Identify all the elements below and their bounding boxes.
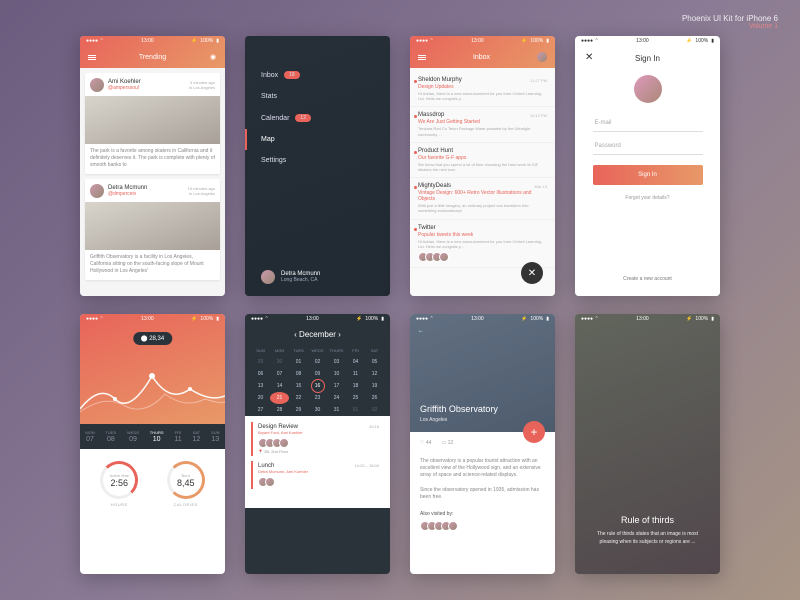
post-card[interactable]: Detra Mcmunn@dmperceiv 15 minutes agoin … xyxy=(85,179,220,280)
user-footer[interactable]: Detra McmunnLong Beach, CA xyxy=(261,270,320,284)
avatar[interactable] xyxy=(537,52,547,62)
month-title: ‹ December › xyxy=(245,324,390,345)
badge: 18 xyxy=(284,71,300,79)
menu-icon[interactable] xyxy=(418,53,426,61)
chart-value-badge: ⬤ 28,34 xyxy=(133,332,172,345)
screen-menu: Inbox18 Stats Calendar12 Map Settings De… xyxy=(245,36,390,296)
place-title: Griffith Observatory xyxy=(420,404,498,414)
day-selector[interactable]: MON07 TUES08 WEDS09 THURS10 FRI11 SAT12 … xyxy=(80,424,225,449)
avatar xyxy=(634,75,662,103)
post-text: The park is a favorite among skaters in … xyxy=(90,148,215,169)
page-title: Inbox xyxy=(473,54,490,61)
status-bar: ●●●● ⌃13:00⚡ 100% ▮ xyxy=(80,36,225,46)
activity-chart xyxy=(80,364,225,424)
message-row[interactable]: TwitterPopular tweets this weekHi Adrian… xyxy=(410,220,555,268)
message-row[interactable]: Product HuntOur favorite G-F appsWe know… xyxy=(410,143,555,178)
menu-icon[interactable] xyxy=(88,53,96,61)
place-description: The observatory is a popular tourist att… xyxy=(410,454,555,483)
page-title: Trending xyxy=(139,54,166,61)
message-row[interactable]: MightyDealsVintage Design: 600+ Retro Ve… xyxy=(410,178,555,219)
post-image xyxy=(85,202,220,250)
password-field[interactable]: Password xyxy=(593,138,703,155)
menu-item-settings[interactable]: Settings xyxy=(261,150,374,171)
message-row[interactable]: Sheldon MurphyDesign UpdatesHi Adrian, t… xyxy=(410,72,555,107)
screen-calendar: ●●●● ⌃13:00⚡ 100% ▮ ‹ December › SUNMONT… xyxy=(245,314,390,574)
signin-button[interactable]: Sign In xyxy=(593,165,703,185)
event-row[interactable]: 14:20 – 15:00 Lunch Detra Mcmunn, Ami Ko… xyxy=(251,461,384,489)
add-fab[interactable]: + xyxy=(523,421,545,443)
event-row[interactable]: 10:15 Design Review Bryant Ford, Ami Koe… xyxy=(251,422,384,456)
onboarding-desc: The rule of thirds states that an image … xyxy=(575,531,720,546)
screen-place: ●●●● ⌃13:00⚡ 100% ▮ ← Griffith Observato… xyxy=(410,314,555,574)
author-handle: @amperssoul xyxy=(108,85,141,91)
message-row[interactable]: MassdropWe Are Just Getting StartedTenka… xyxy=(410,107,555,142)
place-location: Los Angeles xyxy=(420,417,447,423)
post-card[interactable]: Ami Koehler@amperssoul 3 minutes agoin L… xyxy=(85,73,220,174)
menu-item-map[interactable]: Map xyxy=(245,129,374,150)
menu-item-stats[interactable]: Stats xyxy=(261,86,374,107)
avatar[interactable] xyxy=(90,78,104,92)
post-image xyxy=(85,96,220,144)
screen-trending: ●●●● ⌃13:00⚡ 100% ▮ Trending ◉ Ami Koehl… xyxy=(80,36,225,296)
kit-title: Phoenix UI Kit for iPhone 6 Volume 1 xyxy=(682,14,778,30)
email-field[interactable]: E-mail xyxy=(593,115,703,132)
badge: 12 xyxy=(295,114,311,122)
menu-item-calendar[interactable]: Calendar12 xyxy=(261,107,374,129)
screen-signin: ●●●● ⌃13:00⚡ 100% ▮ ✕ Sign In E-mail Pas… xyxy=(575,36,720,296)
screen-inbox: ●●●● ⌃13:00⚡ 100% ▮ Inbox Sheldon Murphy… xyxy=(410,36,555,296)
menu-item-inbox[interactable]: Inbox18 xyxy=(261,64,374,86)
forgot-link[interactable]: Forgot your details? xyxy=(575,195,720,201)
gauge-active-time: Active time2:56 HOURS xyxy=(100,461,138,507)
avatar xyxy=(261,270,275,284)
avatar[interactable] xyxy=(90,184,104,198)
close-fab[interactable]: ✕ xyxy=(521,262,543,284)
gauge-burn: Burn8,45 CALORIES xyxy=(167,461,205,507)
calendar-grid[interactable]: SUNMONTUESWEDSTHURSFRISAT 29300102030405… xyxy=(245,345,390,416)
also-visited: Also visited by: xyxy=(410,505,555,537)
onboarding-title: Rule of thirds xyxy=(621,515,674,525)
close-icon[interactable]: ✕ xyxy=(585,52,593,63)
create-account-link[interactable]: Create a new account xyxy=(575,276,720,282)
screen-stats: ●●●● ⌃13:00⚡ 100% ▮ ⬤ 28,34 MON07 TUES08… xyxy=(80,314,225,574)
back-icon[interactable]: ← xyxy=(410,324,555,338)
screen-onboarding: ●●●● ⌃13:00⚡ 100% ▮ Rule of thirds The r… xyxy=(575,314,720,574)
page-title: Sign In xyxy=(575,54,720,63)
globe-icon[interactable]: ◉ xyxy=(209,53,217,61)
